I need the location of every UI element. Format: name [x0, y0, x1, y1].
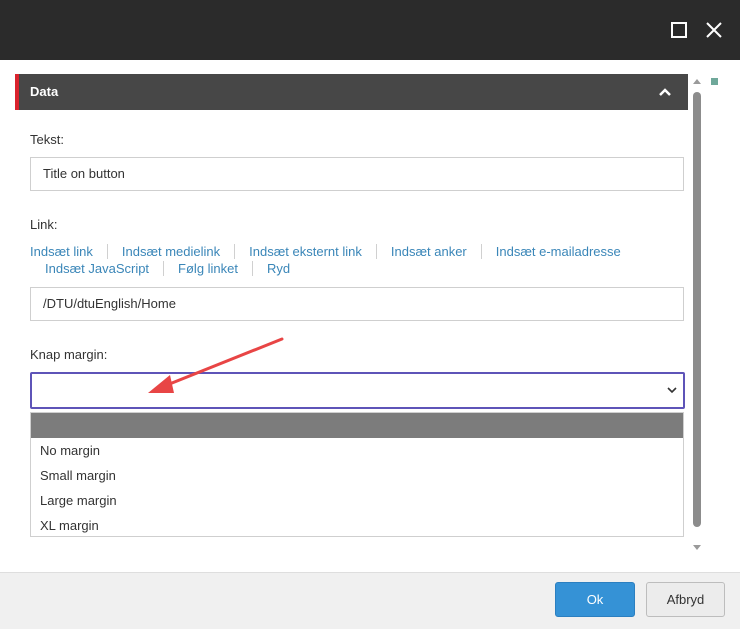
status-square-icon [711, 78, 718, 85]
x-close-icon [706, 22, 722, 38]
insert-media-link-action[interactable]: Indsæt medielink [122, 244, 236, 259]
chevron-up-icon[interactable] [658, 86, 672, 98]
clear-link-action[interactable]: Ryd [267, 261, 304, 276]
button-margin-select[interactable] [30, 372, 685, 409]
square-maximize-icon [671, 22, 687, 38]
link-actions-row-1: Indsæt link Indsæt medielink Indsæt ekst… [30, 244, 649, 259]
close-button[interactable] [700, 16, 728, 44]
button-margin-label: Knap margin: [30, 347, 108, 362]
insert-email-action[interactable]: Indsæt e-mailadresse [496, 244, 635, 259]
link-field[interactable]: /DTU/dtuEnglish/Home [30, 287, 684, 321]
insert-external-link-action[interactable]: Indsæt eksternt link [249, 244, 377, 259]
insert-link-action[interactable]: Indsæt link [30, 244, 108, 259]
section-title: Data [30, 84, 59, 99]
link-field-label: Link: [30, 217, 58, 232]
ok-button[interactable]: Ok [555, 582, 635, 617]
maximize-button[interactable] [665, 16, 693, 44]
insert-javascript-action[interactable]: Indsæt JavaScript [45, 261, 165, 276]
cancel-button[interactable]: Afbryd [646, 582, 725, 617]
margin-options-list: No margin Small margin Large margin XL m… [30, 412, 684, 537]
text-field[interactable]: Title on button [30, 157, 684, 191]
dialog-titlebar [0, 0, 740, 60]
option-small-margin[interactable]: Small margin [31, 463, 683, 488]
scroll-up-arrow-icon[interactable] [692, 77, 702, 85]
option-xl-margin[interactable]: XL margin [31, 513, 683, 538]
link-actions-row-2: Indsæt JavaScript Følg linket Ryd [45, 261, 318, 276]
data-section-header[interactable]: Data [15, 74, 688, 110]
vertical-scrollbar[interactable] [693, 92, 701, 527]
option-empty[interactable] [31, 413, 683, 438]
follow-link-action[interactable]: Følg linket [178, 261, 254, 276]
insert-anchor-action[interactable]: Indsæt anker [391, 244, 482, 259]
text-field-label: Tekst: [30, 132, 64, 147]
annotation-arrow-icon [148, 337, 284, 393]
scroll-down-arrow-icon[interactable] [692, 544, 702, 552]
option-large-margin[interactable]: Large margin [31, 488, 683, 513]
chevron-down-icon [667, 387, 677, 394]
option-no-margin[interactable]: No margin [31, 438, 683, 463]
